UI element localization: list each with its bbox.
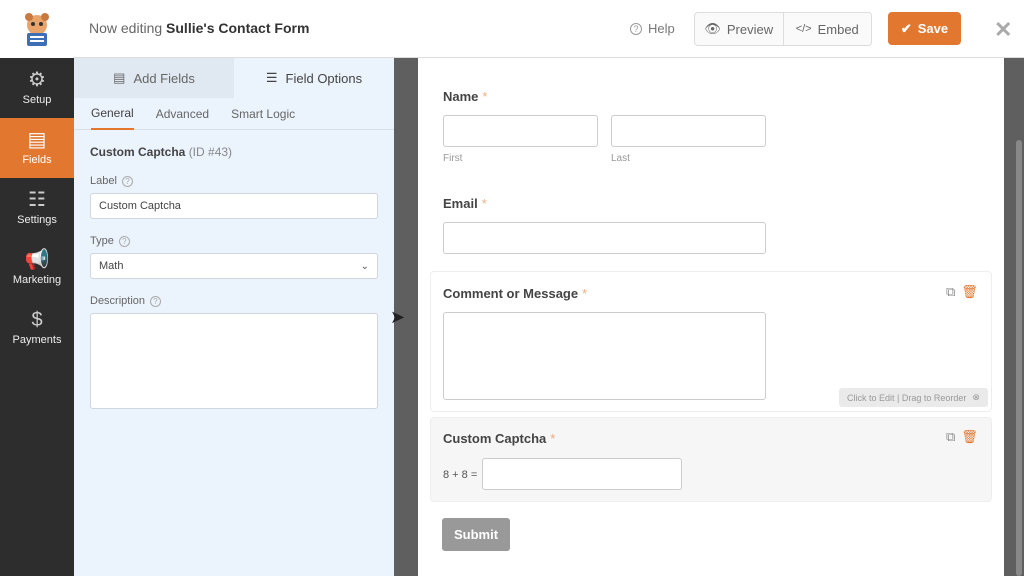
captcha-question: 8 + 8 = bbox=[443, 469, 478, 481]
sliders-icon: ☷ bbox=[28, 189, 46, 211]
label-input[interactable]: Custom Captcha bbox=[90, 193, 378, 219]
panel-tabs: ▤ Add Fields ☰ Field Options bbox=[74, 58, 394, 98]
form-preview-area: Name * First Last Email * Comment or Messa… bbox=[394, 58, 1024, 576]
last-sublabel: Last bbox=[611, 153, 630, 164]
help-button[interactable]: ? Help bbox=[630, 21, 675, 36]
nav-item-setup[interactable]: ⚙ Setup bbox=[0, 58, 74, 118]
comment-field-actions: ⧉ 🗑 bbox=[946, 284, 978, 300]
nav-item-settings[interactable]: ☷ Settings bbox=[0, 178, 74, 238]
trash-icon[interactable]: 🗑 bbox=[961, 284, 978, 300]
dollar-icon: $ bbox=[31, 309, 43, 331]
help-icon: ? bbox=[630, 22, 642, 35]
subtab-general[interactable]: General bbox=[91, 98, 134, 130]
option-subtabs: General Advanced Smart Logic bbox=[74, 98, 394, 130]
gear-icon: ⚙ bbox=[28, 69, 46, 91]
tab-add-fields[interactable]: ▤ Add Fields bbox=[74, 58, 234, 98]
eye-icon: 👁 bbox=[704, 21, 721, 36]
nav-item-marketing[interactable]: 📢 Marketing bbox=[0, 238, 74, 298]
first-name-input[interactable] bbox=[443, 115, 598, 147]
sliders-icon: ☰ bbox=[265, 70, 278, 85]
close-circle-icon[interactable]: ⊗ bbox=[972, 392, 980, 403]
megaphone-icon: 📢 bbox=[24, 249, 50, 271]
comment-textarea[interactable] bbox=[443, 312, 766, 400]
tab-field-options[interactable]: ☰ Field Options bbox=[234, 58, 394, 98]
last-name-input[interactable] bbox=[611, 115, 766, 147]
nav-item-fields[interactable]: ▤ Fields bbox=[0, 118, 74, 178]
code-icon: </> bbox=[795, 23, 812, 35]
type-select[interactable]: Math ⌄ bbox=[90, 253, 378, 279]
submit-button[interactable]: Submit bbox=[442, 518, 510, 551]
save-button[interactable]: ✔ Save bbox=[888, 12, 961, 45]
scrollbar[interactable] bbox=[1016, 140, 1022, 576]
embed-button[interactable]: </> Embed bbox=[782, 13, 872, 45]
field-options-panel: ▤ Add Fields ☰ Field Options General Adv… bbox=[74, 58, 394, 576]
mouse-cursor-icon: ➤ bbox=[390, 307, 406, 327]
preview-embed-group: 👁 Preview </> Embed bbox=[694, 12, 872, 46]
form-name: Sullie's Contact Form bbox=[166, 20, 310, 36]
field-title: Custom Captcha (ID #43) bbox=[90, 145, 233, 159]
trash-icon[interactable]: 🗑 bbox=[961, 429, 978, 445]
left-nav: ⚙ Setup ▤ Fields ☷ Settings 📢 Marketing … bbox=[0, 58, 74, 576]
help-icon[interactable]: ? bbox=[150, 295, 162, 307]
wpforms-logo bbox=[0, 0, 74, 58]
description-label: Description ? bbox=[74, 279, 394, 313]
email-field-label: Email * bbox=[443, 196, 487, 211]
email-input[interactable] bbox=[443, 222, 766, 254]
name-field-label: Name * bbox=[443, 89, 488, 104]
close-icon[interactable]: ✕ bbox=[994, 17, 1012, 43]
list-icon: ▤ bbox=[113, 70, 126, 85]
captcha-answer-input[interactable] bbox=[482, 458, 682, 490]
help-icon[interactable]: ? bbox=[121, 175, 133, 187]
nav-item-payments[interactable]: $ Payments bbox=[0, 298, 74, 358]
fields-icon: ▤ bbox=[27, 129, 47, 151]
description-textarea[interactable] bbox=[90, 313, 378, 409]
subtab-smart-logic[interactable]: Smart Logic bbox=[231, 98, 295, 130]
reorder-hint: Click to Edit | Drag to Reorder ⊗ bbox=[839, 388, 988, 407]
help-icon[interactable]: ? bbox=[118, 235, 130, 247]
field-id: (ID #43) bbox=[188, 145, 233, 159]
form-canvas: Name * First Last Email * Comment or Messa… bbox=[418, 58, 1004, 576]
label-label: Label ? bbox=[74, 159, 394, 193]
captcha-field-label: Custom Captcha * bbox=[443, 431, 556, 446]
type-label: Type ? bbox=[74, 219, 394, 253]
first-sublabel: First bbox=[443, 153, 463, 164]
editing-title: Now editing Sullie's Contact Form bbox=[89, 20, 310, 36]
preview-button[interactable]: 👁 Preview bbox=[695, 13, 783, 45]
top-bar: Now editing Sullie's Contact Form ? Help… bbox=[0, 0, 1024, 58]
captcha-field-actions: ⧉ 🗑 bbox=[946, 429, 978, 445]
duplicate-icon[interactable]: ⧉ bbox=[946, 284, 955, 300]
check-icon: ✔ bbox=[900, 20, 912, 36]
duplicate-icon[interactable]: ⧉ bbox=[946, 429, 955, 445]
comment-field-label: Comment or Message * bbox=[443, 286, 588, 301]
subtab-advanced[interactable]: Advanced bbox=[156, 98, 209, 130]
chevron-down-icon: ⌄ bbox=[360, 260, 369, 272]
